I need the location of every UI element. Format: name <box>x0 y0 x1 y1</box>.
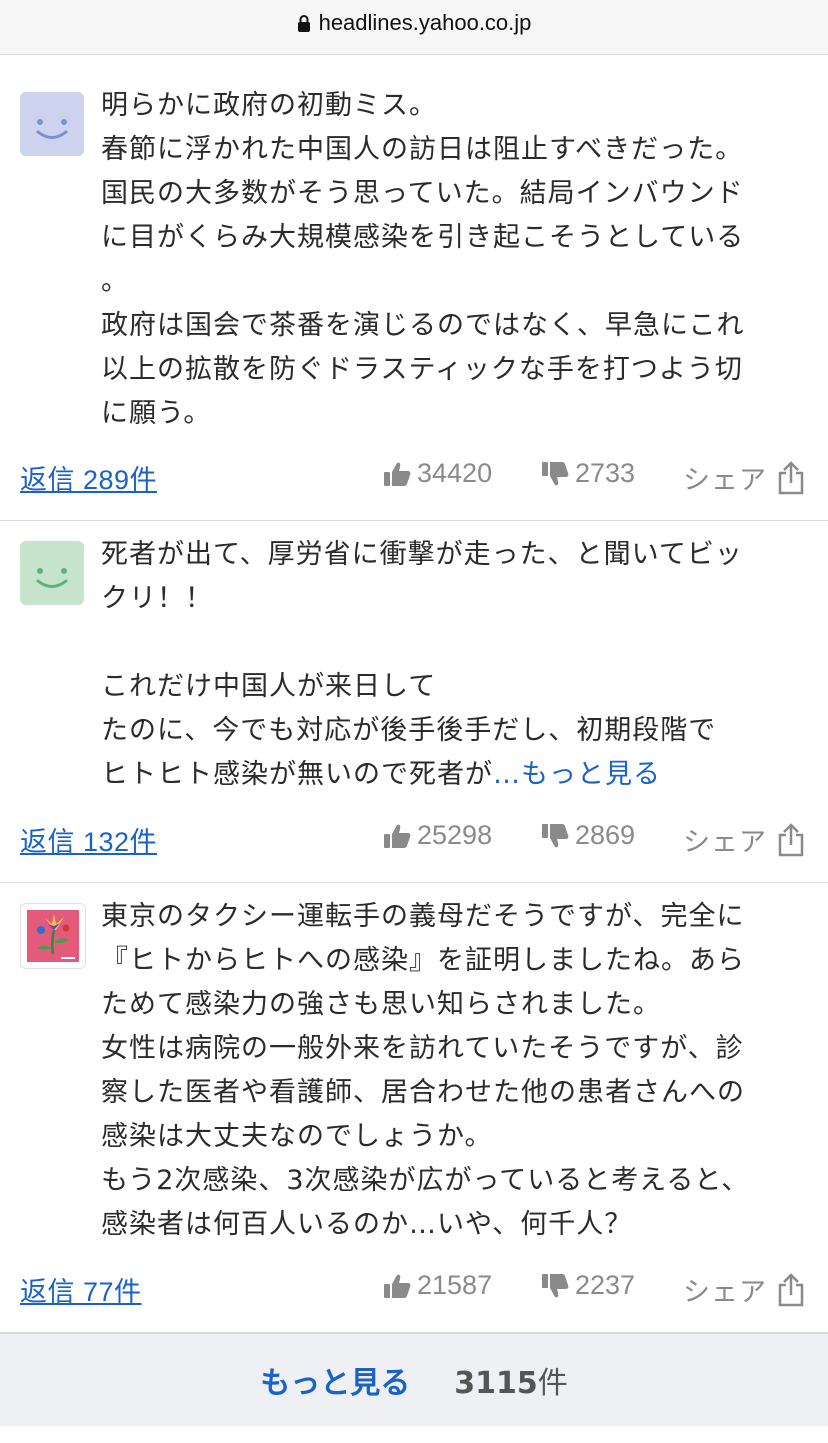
comment-line: 東京のタクシー運転手の義母だそうですが、完全に <box>101 901 745 932</box>
comment-item: 明らかに政府の初動ミス。 春節に浮かれた中国人の訪日は阻止すべきだった。 国民の… <box>0 72 828 521</box>
comment-line: 春節に浮かれた中国人の訪日は阻止すべきだった。 <box>101 134 744 165</box>
comment-line: 政府は国会で茶番を演じるのではなく、早急にこれ <box>101 310 745 341</box>
thumbs-up-icon <box>384 462 411 486</box>
url-text: headlines.yahoo.co.jp <box>318 10 532 35</box>
comment-line: 国民の大多数がそう思っていた。結局インバウンド <box>101 178 744 209</box>
load-more-button[interactable]: もっと見る <box>260 1358 410 1402</box>
comment-line: 『ヒトからヒトへの感染』を証明しましたね。あら <box>101 945 745 976</box>
comment-actions: 返信 132件 25298 2869 シェア <box>0 820 828 864</box>
dislike-button[interactable]: 2869 <box>541 820 635 851</box>
comment-line: これだけ中国人が来日して <box>101 671 437 702</box>
dislike-button[interactable]: 2733 <box>541 458 635 489</box>
comment-line: ヒトヒト感染が無いので死者が…もっと見る <box>101 753 801 797</box>
comment-line: 明らかに政府の初動ミス。 <box>101 90 437 121</box>
comment-line <box>101 621 801 665</box>
comment-line: ためて感染力の強さも思い知らされました。 <box>101 989 661 1020</box>
avatar <box>20 541 84 605</box>
share-button[interactable]: シェア <box>683 1270 805 1309</box>
lock-icon <box>297 14 311 32</box>
like-button[interactable]: 25298 <box>383 820 492 851</box>
comment-text: 明らかに政府の初動ミス。 春節に浮かれた中国人の訪日は阻止すべきだった。 国民の… <box>101 84 801 436</box>
comment-line: に願う。 <box>101 398 212 429</box>
share-label: シェア <box>683 827 767 857</box>
comment-line: 以上の拡散を防ぐドラスティックな手を打つよう切 <box>101 354 743 385</box>
like-count: 34420 <box>417 458 493 488</box>
comment-line: クリ！！ <box>101 583 213 614</box>
comment-item: 死者が出て、厚労省に衝撃が走った、と聞いてビッ クリ！！ これだけ中国人が来日し… <box>0 521 828 883</box>
dislike-button[interactable]: 2237 <box>541 1270 635 1301</box>
thumbs-up-icon <box>384 824 411 848</box>
like-button[interactable]: 21587 <box>383 1270 492 1301</box>
share-icon <box>778 460 804 494</box>
dislike-count: 2733 <box>575 458 636 488</box>
read-more-link[interactable]: …もっと見る <box>493 759 661 790</box>
comment-line: 感染者は何百人いるのか…いや、何千人？ <box>101 1209 633 1240</box>
smiley-face-icon <box>36 568 68 588</box>
reply-link[interactable]: 返信 132件 <box>20 820 157 859</box>
comment-line: 死者が出て、厚労省に衝撃が走った、と聞いてビッ <box>101 539 743 570</box>
like-button[interactable]: 34420 <box>383 458 492 489</box>
comment-line: 。 <box>101 266 129 297</box>
comment-actions: 返信 77件 21587 2237 シェア <box>0 1270 828 1314</box>
share-button[interactable]: シェア <box>683 458 805 497</box>
browser-url-bar[interactable]: headlines.yahoo.co.jp <box>0 0 828 55</box>
dislike-count: 2869 <box>575 820 636 850</box>
like-count: 25298 <box>417 820 493 850</box>
flower-illustration-icon <box>27 910 79 962</box>
comment-line: 察した医者や看護師、居合わせた他の患者さんへの <box>101 1077 745 1108</box>
total-count-number: 3115 <box>454 1366 538 1401</box>
share-icon <box>778 1272 804 1306</box>
smiley-face-icon <box>36 119 68 139</box>
share-icon <box>778 822 804 856</box>
comment-text: 死者が出て、厚労省に衝撃が走った、と聞いてビッ クリ！！ これだけ中国人が来日し… <box>101 533 801 797</box>
avatar <box>20 92 84 156</box>
share-label: シェア <box>683 1277 767 1307</box>
thumbs-down-icon <box>542 823 569 847</box>
total-comment-count: 3115件 <box>454 1358 568 1402</box>
share-label: シェア <box>683 465 767 495</box>
thumbs-down-icon <box>542 1273 569 1297</box>
reply-link[interactable]: 返信 77件 <box>20 1270 142 1309</box>
thumbs-up-icon <box>384 1274 411 1298</box>
comment-item: 東京のタクシー運転手の義母だそうですが、完全に 『ヒトからヒトへの感染』を証明し… <box>0 883 828 1333</box>
comment-actions: 返信 289件 34420 2733 シェア <box>0 458 828 502</box>
comment-line: 感染は大丈夫なのでしょうか。 <box>101 1121 493 1152</box>
page-bottom <box>0 1426 828 1443</box>
comment-line: もう2次感染、3次感染が広がっていると考えると、 <box>101 1165 750 1196</box>
avatar <box>20 903 86 969</box>
like-count: 21587 <box>417 1270 493 1300</box>
comment-line: 女性は病院の一般外来を訪れていたそうですが、診 <box>101 1033 744 1064</box>
comment-text: 東京のタクシー運転手の義母だそうですが、完全に 『ヒトからヒトへの感染』を証明し… <box>101 895 801 1247</box>
total-count-unit: 件 <box>537 1366 568 1401</box>
load-more-bar[interactable]: もっと見る 3115件 <box>0 1333 828 1427</box>
comment-line-text: ヒトヒト感染が無いので死者が <box>101 759 493 790</box>
reply-link[interactable]: 返信 289件 <box>20 458 157 497</box>
comment-line: たのに、今でも対応が後手後手だし、初期段階で <box>101 715 717 746</box>
share-button[interactable]: シェア <box>683 820 805 859</box>
dislike-count: 2237 <box>575 1270 636 1300</box>
comment-line: に目がくらみ大規模感染を引き起こそうとしている <box>101 222 745 253</box>
url-display[interactable]: headlines.yahoo.co.jp <box>297 10 532 36</box>
thumbs-down-icon <box>542 461 569 485</box>
